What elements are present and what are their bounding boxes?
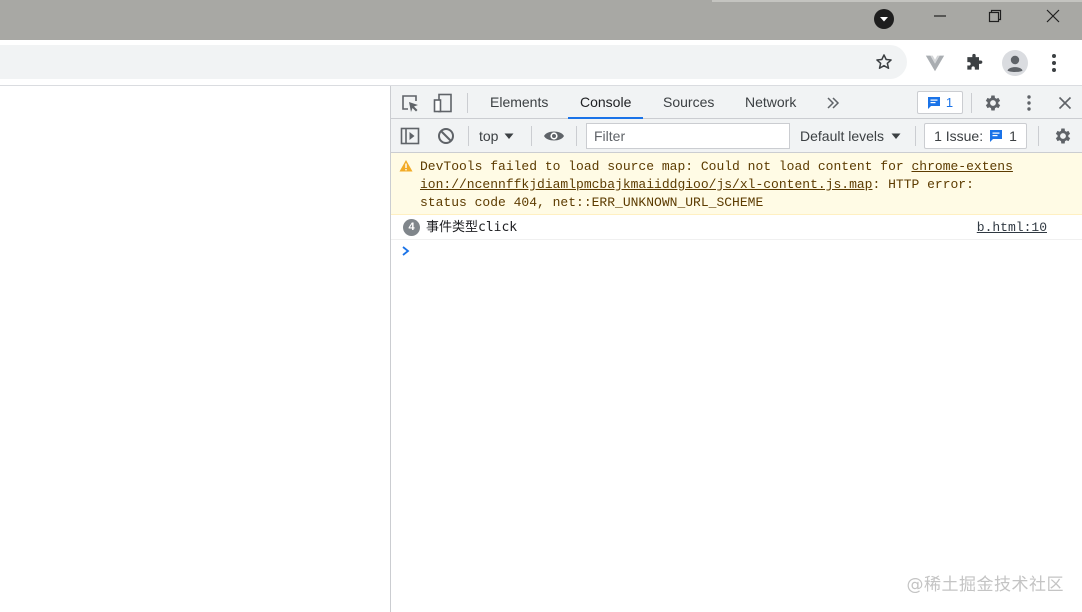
more-tabs-button[interactable] — [823, 93, 843, 113]
devtools-menu-button[interactable] — [1018, 92, 1040, 114]
dropdown-arrow-icon — [504, 133, 514, 139]
context-value: top — [479, 128, 499, 144]
chrome-menu-button[interactable] — [1041, 50, 1067, 76]
inspect-element-button[interactable] — [399, 92, 421, 114]
star-icon — [876, 54, 892, 69]
browser-toolbar — [0, 40, 1082, 86]
title-bar — [0, 0, 1082, 40]
browser-window: Elements Console Sources Network 1 top F… — [0, 0, 1082, 612]
console-warning-message: DevTools failed to load source map: Coul… — [391, 153, 1082, 215]
show-sidebar-button[interactable] — [399, 125, 421, 147]
warning-icon — [399, 160, 413, 172]
profile-avatar-icon — [1002, 50, 1028, 76]
log-source-link[interactable]: b.html:10 — [977, 219, 1047, 236]
log-levels-label: Default levels — [800, 128, 885, 144]
messages-count: 1 — [945, 95, 954, 110]
tab-sources[interactable]: Sources — [651, 86, 726, 119]
toolbar-separator — [468, 126, 469, 146]
toolbar-separator — [576, 126, 577, 146]
more-vertical-icon — [1027, 95, 1031, 111]
chevron-down-icon[interactable] — [874, 9, 894, 29]
close-devtools-button[interactable] — [1054, 92, 1076, 114]
clear-icon — [438, 128, 454, 144]
address-bar[interactable] — [0, 45, 907, 79]
tab-elements[interactable]: Elements — [478, 86, 560, 119]
vue-devtools-extension[interactable] — [922, 50, 948, 76]
tab-console[interactable]: Console — [568, 86, 644, 119]
devtools-settings-button[interactable] — [982, 92, 1004, 114]
bookmark-star-button[interactable] — [871, 52, 897, 72]
close-icon — [1046, 9, 1060, 23]
devtools-tab-bar: Elements Console Sources Network 1 — [391, 86, 1082, 119]
title-bar-highlight — [712, 0, 1082, 2]
warning-text-line3: status code 404, net::ERR_UNKNOWN_URL_SC… — [420, 195, 764, 210]
clear-console-button[interactable] — [435, 125, 457, 147]
toolbar-separator — [915, 126, 916, 146]
gear-icon — [985, 95, 1001, 111]
vue-devtools-icon — [925, 55, 945, 72]
dropdown-arrow-icon — [891, 133, 901, 139]
warning-text-line2: : HTTP error: — [872, 177, 974, 192]
console-toolbar: top Default levels 1 Issue: 1 — [391, 119, 1082, 153]
device-toolbar-button[interactable] — [432, 92, 454, 114]
filter-input[interactable] — [586, 123, 790, 149]
issues-label: 1 Issue: — [934, 128, 984, 144]
message-icon — [927, 96, 940, 109]
warning-text: DevTools failed to load source map: Coul… — [420, 158, 1060, 212]
device-mode-icon — [433, 93, 452, 113]
restore-icon — [988, 9, 1002, 23]
log-levels-dropdown[interactable]: Default levels — [800, 119, 901, 153]
inspect-cursor-icon — [402, 95, 418, 112]
context-selector[interactable]: top — [479, 119, 514, 153]
more-menu-icon — [1052, 54, 1056, 72]
sidebar-toggle-icon — [400, 127, 420, 145]
console-messages-badge[interactable]: 1 — [917, 91, 963, 114]
watermark: @稀土掘金技术社区 — [906, 575, 1064, 595]
close-icon — [1058, 96, 1072, 110]
profile-button[interactable] — [1002, 50, 1028, 76]
page-viewport[interactable] — [0, 86, 390, 612]
tab-separator — [971, 93, 972, 113]
tab-separator — [467, 93, 468, 113]
toolbar-separator — [531, 126, 532, 146]
eye-icon — [544, 131, 564, 141]
warning-text-line1: DevTools failed to load source map: Coul… — [420, 159, 912, 174]
extensions-button[interactable] — [961, 50, 987, 76]
console-prompt-icon[interactable] — [401, 245, 411, 257]
source-map-link[interactable]: chrome-extens — [911, 159, 1012, 174]
issues-count: 1 — [1009, 128, 1017, 144]
devtools-panel: Elements Console Sources Network 1 top F… — [390, 86, 1082, 612]
live-expression-button[interactable] — [542, 125, 566, 147]
issues-button[interactable]: 1 Issue: 1 — [924, 123, 1027, 149]
log-message-text: 事件类型click — [426, 220, 518, 235]
console-log-message: 4 事件类型click b.html:10 — [391, 215, 1082, 240]
repeat-count-badge: 4 — [403, 219, 420, 236]
source-map-link-continued[interactable]: ion://ncennffkjdiamlpmcbajkmaiiddgioo/js… — [420, 177, 872, 192]
extensions-icon — [967, 53, 983, 70]
double-chevron-right-icon — [827, 97, 840, 109]
minimize-icon — [934, 15, 946, 17]
tab-network[interactable]: Network — [733, 86, 808, 119]
console-settings-button[interactable] — [1052, 125, 1074, 147]
minimize-button[interactable] — [917, 0, 963, 32]
close-window-button[interactable] — [1030, 0, 1076, 32]
gear-icon — [1055, 128, 1071, 144]
message-icon — [990, 130, 1003, 142]
console-output[interactable]: DevTools failed to load source map: Coul… — [391, 153, 1082, 612]
toolbar-separator — [1038, 126, 1039, 146]
restore-button[interactable] — [972, 0, 1018, 32]
